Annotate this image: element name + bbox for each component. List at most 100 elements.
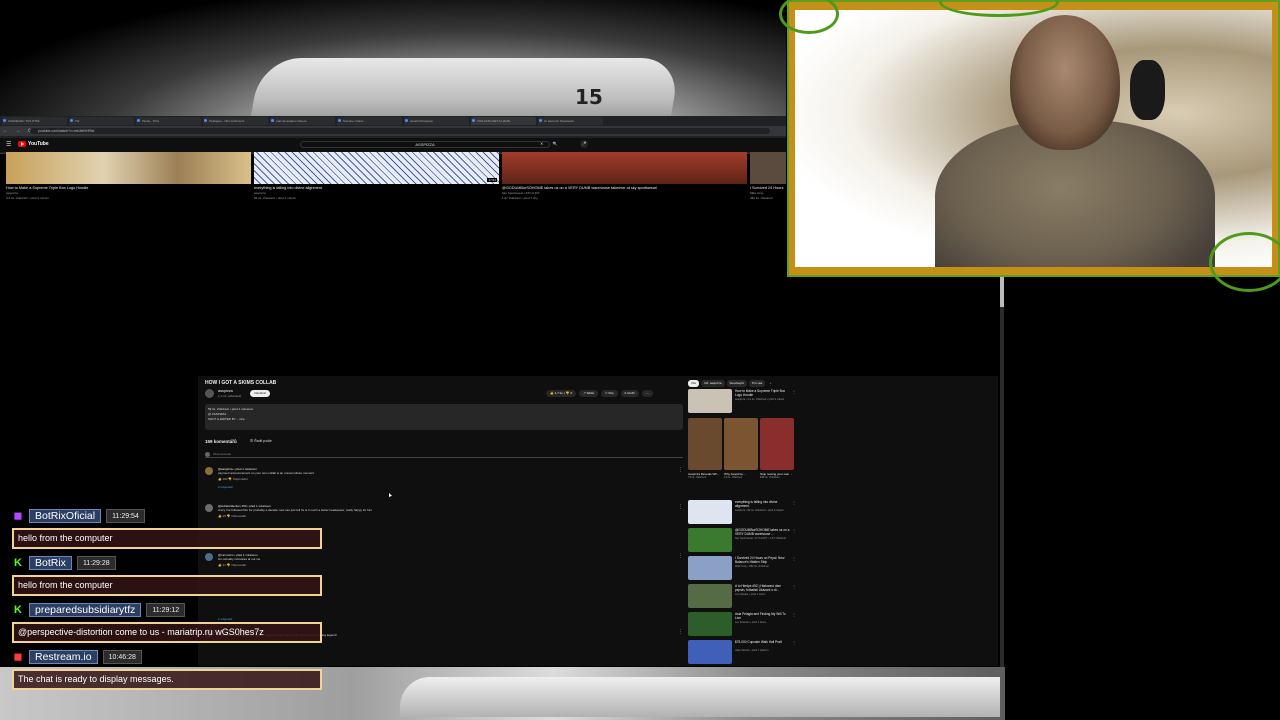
save-button[interactable]: ≡ Uložit	[620, 390, 639, 397]
related-thumbnail[interactable]	[688, 584, 732, 608]
chip-all[interactable]: Vše	[688, 380, 700, 387]
related-video[interactable]: $75,000 Cupcake Walk Hall Pratt Jake Kah…	[688, 640, 798, 666]
chip-related[interactable]: Související	[726, 380, 748, 387]
show-replies-button[interactable]: 2 odpovědí	[218, 485, 233, 489]
browser-tab[interactable]: owuritt bltruscorp	[404, 117, 469, 125]
hamburger-menu-icon[interactable]: ☰	[6, 141, 11, 148]
browser-tab[interactable]: CI Hecord | Newswork	[538, 117, 603, 125]
chip-channel[interactable]: Od: asspizza	[701, 380, 725, 387]
clip-button[interactable]: ✂ Klip	[601, 390, 618, 397]
tab-label: Tbr	[75, 119, 80, 123]
rec-thumbnail[interactable]	[502, 152, 747, 184]
related-video[interactable]: How to Make a Supreme Triple Box Logo Ho…	[688, 389, 798, 415]
related-video[interactable]: @GODUMBorSOHOME takes us on a VERY DUMB …	[688, 528, 798, 554]
channel-avatar[interactable]	[205, 389, 214, 398]
short-thumbnail[interactable]	[688, 418, 722, 470]
browser-tab-active[interactable]: YHS-UNS CIET A UAHS	[471, 117, 536, 125]
rec-channel[interactable]: asspizza	[6, 191, 251, 195]
browser-tab[interactable]: UASOEVAC TCS OTOL	[2, 117, 67, 125]
more-icon[interactable]: ⋮	[678, 467, 683, 473]
more-icon[interactable]: ⋮	[792, 640, 796, 645]
more-icon[interactable]: ⋮	[792, 556, 796, 561]
rec-channel[interactable]: asspizza	[254, 191, 499, 195]
add-comment-input[interactable]: Okomentovat	[205, 452, 683, 458]
rec-channel[interactable]: Sky Sportswear • KTCH DIT	[502, 191, 747, 195]
related-thumbnail[interactable]	[688, 528, 732, 552]
search-input[interactable]: ASSPIZZA	[300, 141, 550, 148]
chat-text: hello from the computer	[12, 528, 322, 549]
youtube-logo[interactable]: YouTube	[18, 141, 49, 147]
more-icon[interactable]: ⋮	[792, 500, 796, 505]
browser-tab[interactable]: mal ramestamc Gtuere	[270, 117, 335, 125]
related-thumbnail[interactable]	[688, 556, 732, 580]
related-thumbnail[interactable]	[688, 612, 732, 636]
more-icon[interactable]: ⋮	[792, 584, 796, 589]
chevron-right-icon[interactable]: ›	[767, 380, 774, 387]
related-video[interactable]: everything is falling into divine alignm…	[688, 500, 798, 526]
related-title[interactable]: everything is falling into divine alignm…	[735, 500, 790, 508]
related-video[interactable]: I Survived 24 Hours on Pepsi: New Balanc…	[688, 556, 798, 582]
comment-avatar[interactable]	[205, 467, 213, 475]
subscribe-button[interactable]: Odebírat	[250, 390, 270, 397]
more-icon[interactable]: ⋮	[678, 553, 683, 559]
reply-button[interactable]: Odpovědět	[233, 477, 248, 481]
comments-count: 159 komentářů	[205, 439, 237, 444]
video-description[interactable]: 59 tis. zhlédnutí • před 1 měsícem @ ASS…	[205, 404, 683, 430]
related-thumbnail[interactable]	[688, 500, 732, 524]
short-thumbnail[interactable]	[724, 418, 758, 470]
more-actions-button[interactable]: ⋯	[641, 390, 653, 397]
rec-thumbnail[interactable]	[6, 152, 251, 184]
browser-tab[interactable]: Tamte - Tchs	[136, 117, 201, 125]
more-icon[interactable]: ⋮	[792, 612, 796, 617]
related-title[interactable]: Asia Pelagia and Finding My Will To Live	[735, 612, 790, 620]
browser-tab[interactable]: Tbr	[69, 117, 134, 125]
comment-actions[interactable]: 👍 183 👎 Odpovědět	[218, 477, 248, 481]
tab-favicon-icon	[3, 119, 6, 122]
related-title[interactable]: How to Make a Supreme Triple Box Logo Ho…	[735, 389, 790, 397]
browser-tab[interactable]: Sunsine Unarw	[337, 117, 402, 125]
rec-video-card[interactable]: 17:01 everything is falling into divine …	[254, 152, 499, 200]
share-button[interactable]: ↗ Sdílet	[579, 390, 599, 397]
related-title[interactable]: I Survived 24 Hours on Pepsi: New Balanc…	[735, 556, 790, 564]
tab-favicon-icon	[271, 119, 274, 122]
browser-tab[interactable]: Twistpore - Nhs Grchmuzz	[203, 117, 268, 125]
rec-title[interactable]: @GODUMBorSOHOME takes us on a VERY DUMB …	[502, 186, 747, 190]
short-card[interactable]: Stop renting your own ... 839 tis. zhléd…	[760, 418, 794, 498]
related-video[interactable]: Asia Pelagia and Finding My Will To Live…	[688, 612, 798, 638]
rec-title[interactable]: I Survived 24 Hours	[750, 186, 786, 190]
short-thumbnail[interactable]	[760, 418, 794, 470]
youtube-header: ☰ YouTube ASSPIZZA ✕ 🔍 🎤	[0, 138, 786, 152]
search-buttons[interactable]: ✕ 🔍	[540, 141, 561, 146]
more-icon[interactable]: ⋮	[792, 389, 796, 394]
rec-video-card[interactable]: How to Make a Supreme Triple Box Logo Ho…	[6, 152, 251, 200]
rec-title[interactable]: everything is falling into divine alignm…	[254, 186, 499, 190]
rec-thumbnail[interactable]: 17:01	[254, 152, 499, 184]
short-card[interactable]: Asspizza Reveals Wh... 79 tis. zhlédnutí	[688, 418, 722, 498]
rec-channel[interactable]: Mike Gray	[750, 191, 786, 195]
related-title[interactable]: @GODUMBorSOHOME takes us on a VERY DUMB …	[735, 528, 790, 536]
url-field[interactable]: youtube.com/watch?v=mbJfeNHRtA	[30, 128, 770, 134]
microphone-icon[interactable]: 🎤	[580, 140, 588, 148]
chip-for-you[interactable]: Pro vás	[749, 380, 766, 387]
more-icon[interactable]: ⋮	[792, 528, 796, 533]
related-video[interactable]: A to Hledpe #52 | Hlaboraví darn pepsin,…	[688, 584, 798, 610]
more-icon[interactable]: ⋮	[678, 504, 683, 510]
related-thumbnail[interactable]	[688, 640, 732, 664]
like-button[interactable]: 👍 1,7 tis. | 👎 0	[546, 390, 577, 397]
rec-video-card[interactable]: @GODUMBorSOHOME takes us on a VERY DUMB …	[502, 152, 747, 200]
rec-title[interactable]: How to Make a Supreme Triple Box Logo Ho…	[6, 186, 251, 190]
rec-thumbnail[interactable]	[750, 152, 786, 184]
chat-timestamp: 11:29:54	[106, 509, 145, 523]
divider-handle[interactable]	[1000, 277, 1004, 307]
related-title[interactable]: $75,000 Cupcake Walk Hall Pratt	[735, 640, 790, 644]
rec-meta: 84 tis. zhlédnutí • před 3 měsíci	[254, 196, 296, 200]
related-title[interactable]: A to Hledpe #52 | Hlaboraví darn pepsin,…	[735, 584, 790, 592]
rec-video-card[interactable]: I Survived 24 Hours Mike Gray 382 tis. z…	[750, 152, 786, 200]
related-thumbnail[interactable]	[688, 389, 732, 413]
channel-name[interactable]: asspizza	[218, 389, 233, 393]
short-card[interactable]: Why Asspizza ... 13 tis. zhlédnutí	[724, 418, 758, 498]
vertical-divider[interactable]	[1000, 277, 1004, 667]
more-icon[interactable]: ⋮	[678, 629, 683, 635]
browser-window: UASOEVAC TCS OTOL Tbr Tamte - Tchs Twist…	[0, 116, 786, 154]
sort-comments-button[interactable]: ☰ Řadit podle	[250, 439, 272, 443]
